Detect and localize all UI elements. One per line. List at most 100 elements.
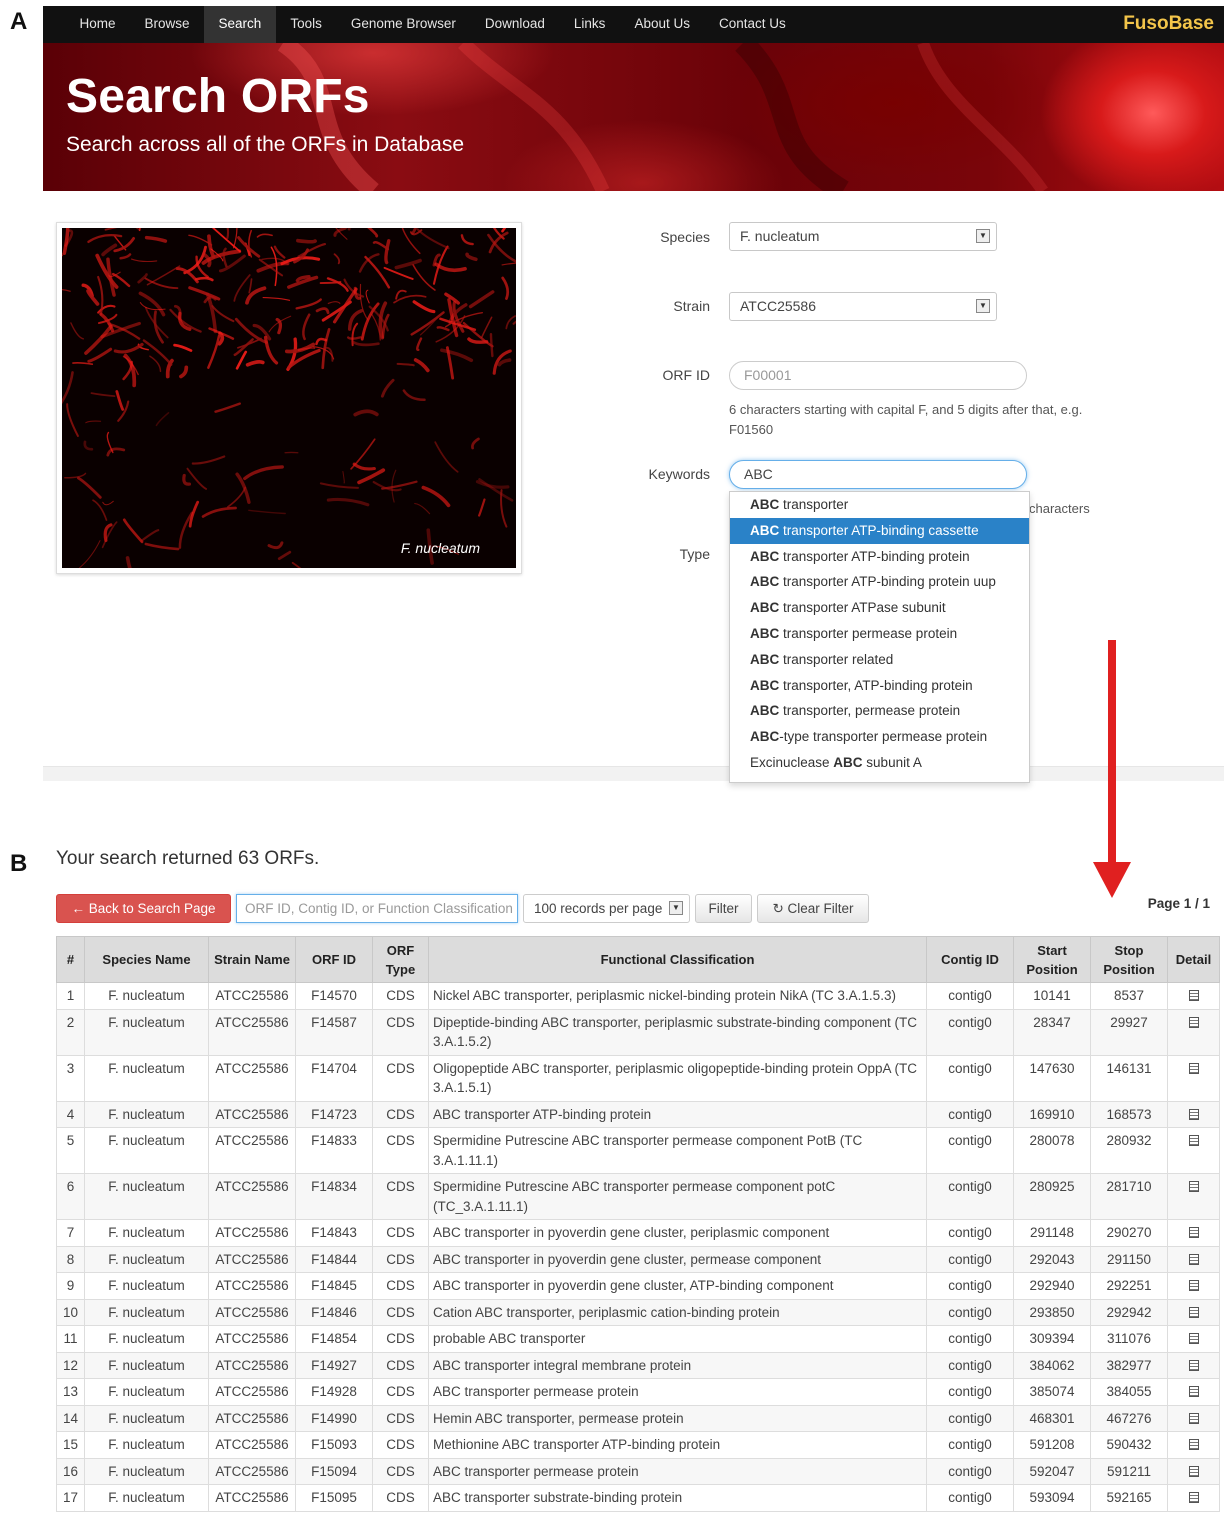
detail-cell[interactable] [1167, 1219, 1220, 1247]
detail-list-icon[interactable] [1188, 1253, 1199, 1265]
detail-cell[interactable] [1167, 1245, 1220, 1273]
detail-cell[interactable] [1167, 1100, 1220, 1128]
table-cell[interactable]: F14833 [295, 1127, 373, 1174]
column-header[interactable]: Contig ID [926, 936, 1014, 983]
table-cell[interactable]: F15095 [295, 1484, 373, 1512]
autocomplete-item[interactable]: ABC transporter [730, 492, 1029, 518]
detail-list-icon[interactable] [1188, 1359, 1199, 1371]
orf-id-input[interactable]: F00001 [729, 361, 1027, 390]
strain-select[interactable]: ATCC25586 ▼ [729, 292, 997, 321]
detail-cell[interactable] [1167, 1054, 1220, 1102]
column-header[interactable]: Detail [1167, 936, 1220, 983]
detail-list-icon[interactable] [1188, 1386, 1199, 1397]
column-header[interactable]: Stop Position [1090, 936, 1168, 983]
detail-cell[interactable] [1167, 1173, 1220, 1220]
table-cell[interactable]: F14844 [295, 1245, 373, 1273]
column-header[interactable]: Species Name [84, 936, 209, 983]
detail-list-icon[interactable] [1188, 1280, 1199, 1291]
table-cell[interactable]: F14846 [295, 1298, 373, 1326]
brand-logo[interactable]: FusoBase [1123, 6, 1214, 42]
autocomplete-item[interactable]: ABC transporter ATP-binding protein uup [730, 569, 1029, 595]
autocomplete-item[interactable]: ABC transporter permease protein [730, 621, 1029, 647]
table-cell: F. nucleatum [84, 1054, 209, 1102]
detail-cell[interactable] [1167, 1127, 1220, 1174]
autocomplete-item[interactable]: ABC transporter, ATP-binding protein [730, 673, 1029, 699]
nav-item-download[interactable]: Download [470, 6, 559, 43]
table-cell[interactable]: F14587 [295, 1008, 373, 1056]
table-cell[interactable]: F14928 [295, 1378, 373, 1406]
table-cell[interactable]: F14570 [295, 982, 373, 1010]
detail-list-icon[interactable] [1188, 1016, 1199, 1028]
records-per-page-select[interactable]: 100 records per page ▼ [523, 894, 690, 923]
nav-item-links[interactable]: Links [559, 6, 620, 43]
column-header[interactable]: # [56, 936, 85, 983]
table-cell: 592047 [1013, 1457, 1091, 1485]
table-cell: 290270 [1090, 1219, 1168, 1247]
column-header[interactable]: Strain Name [208, 936, 296, 983]
table-cell[interactable]: F15094 [295, 1457, 373, 1485]
nav-item-browse[interactable]: Browse [130, 6, 204, 43]
detail-cell[interactable] [1167, 982, 1220, 1010]
table-cell[interactable]: F14990 [295, 1404, 373, 1432]
autocomplete-item[interactable]: ABC transporter related [730, 647, 1029, 673]
autocomplete-item[interactable]: ABC transporter ATP-binding cassette [730, 517, 1029, 544]
table-cell[interactable]: F14845 [295, 1272, 373, 1300]
autocomplete-item[interactable]: ABC transporter, permease protein [730, 698, 1029, 724]
column-header[interactable]: Start Position [1013, 936, 1091, 983]
autocomplete-item[interactable]: Excinuclease ABC subunit A [730, 750, 1029, 776]
nav-item-about-us[interactable]: About Us [620, 6, 705, 43]
detail-list-icon[interactable] [1188, 1492, 1199, 1503]
detail-list-icon[interactable] [1188, 1227, 1199, 1238]
detail-list-icon[interactable] [1188, 1439, 1199, 1450]
table-cell: 13 [56, 1378, 85, 1406]
autocomplete-item[interactable]: ABC transporter ATP-binding protein [730, 544, 1029, 570]
page-title: Search ORFs [66, 70, 370, 123]
detail-cell[interactable] [1167, 1404, 1220, 1432]
table-cell[interactable]: F14854 [295, 1325, 373, 1353]
nav-item-search[interactable]: Search [204, 6, 276, 43]
table-cell[interactable]: F15093 [295, 1431, 373, 1459]
detail-list-icon[interactable] [1188, 1062, 1199, 1074]
clear-filter-button[interactable]: ↻ Clear Filter [757, 894, 869, 923]
nav-item-genome-browser[interactable]: Genome Browser [336, 6, 470, 43]
species-select[interactable]: F. nucleatum ▼ [729, 222, 997, 251]
orf-id-label: ORF ID [662, 367, 710, 383]
detail-cell[interactable] [1167, 1431, 1220, 1459]
detail-list-icon[interactable] [1188, 1412, 1199, 1424]
table-cell[interactable]: F14723 [295, 1100, 373, 1128]
detail-list-icon[interactable] [1188, 1306, 1199, 1318]
page-indicator: Page 1 / 1 [1147, 896, 1210, 911]
detail-cell[interactable] [1167, 1325, 1220, 1353]
table-cell: contig0 [926, 1100, 1014, 1128]
detail-cell[interactable] [1167, 1484, 1220, 1512]
detail-list-icon[interactable] [1188, 1135, 1199, 1146]
detail-list-icon[interactable] [1188, 1108, 1199, 1120]
table-cell[interactable]: F14704 [295, 1054, 373, 1102]
nav-item-tools[interactable]: Tools [276, 6, 337, 43]
results-filter-input[interactable]: ORF ID, Contig ID, or Function Classific… [236, 894, 518, 923]
keywords-input[interactable]: ABC [729, 460, 1027, 489]
detail-list-icon[interactable] [1188, 1333, 1199, 1344]
detail-cell[interactable] [1167, 1298, 1220, 1326]
nav-item-home[interactable]: Home [65, 6, 130, 43]
filter-button[interactable]: Filter [695, 894, 752, 923]
detail-cell[interactable] [1167, 1351, 1220, 1379]
detail-cell[interactable] [1167, 1008, 1220, 1056]
table-cell[interactable]: F14834 [295, 1173, 373, 1220]
column-header[interactable]: ORF ID [295, 936, 373, 983]
autocomplete-item[interactable]: ABC transporter ATPase subunit [730, 595, 1029, 621]
detail-cell[interactable] [1167, 1378, 1220, 1406]
column-header[interactable]: Functional Classification [428, 936, 927, 983]
nav-item-contact-us[interactable]: Contact Us [704, 6, 800, 43]
detail-cell[interactable] [1167, 1272, 1220, 1300]
back-to-search-button[interactable]: ← Back to Search Page [56, 894, 231, 923]
detail-list-icon[interactable] [1188, 1465, 1199, 1477]
column-header[interactable]: ORF Type [372, 936, 429, 983]
table-cell: Methionine ABC transporter ATP-binding p… [428, 1431, 927, 1459]
detail-cell[interactable] [1167, 1457, 1220, 1485]
detail-list-icon[interactable] [1188, 990, 1199, 1001]
detail-list-icon[interactable] [1188, 1181, 1199, 1192]
table-cell[interactable]: F14843 [295, 1219, 373, 1247]
autocomplete-item[interactable]: ABC-type transporter permease protein [730, 724, 1029, 750]
table-cell[interactable]: F14927 [295, 1351, 373, 1379]
